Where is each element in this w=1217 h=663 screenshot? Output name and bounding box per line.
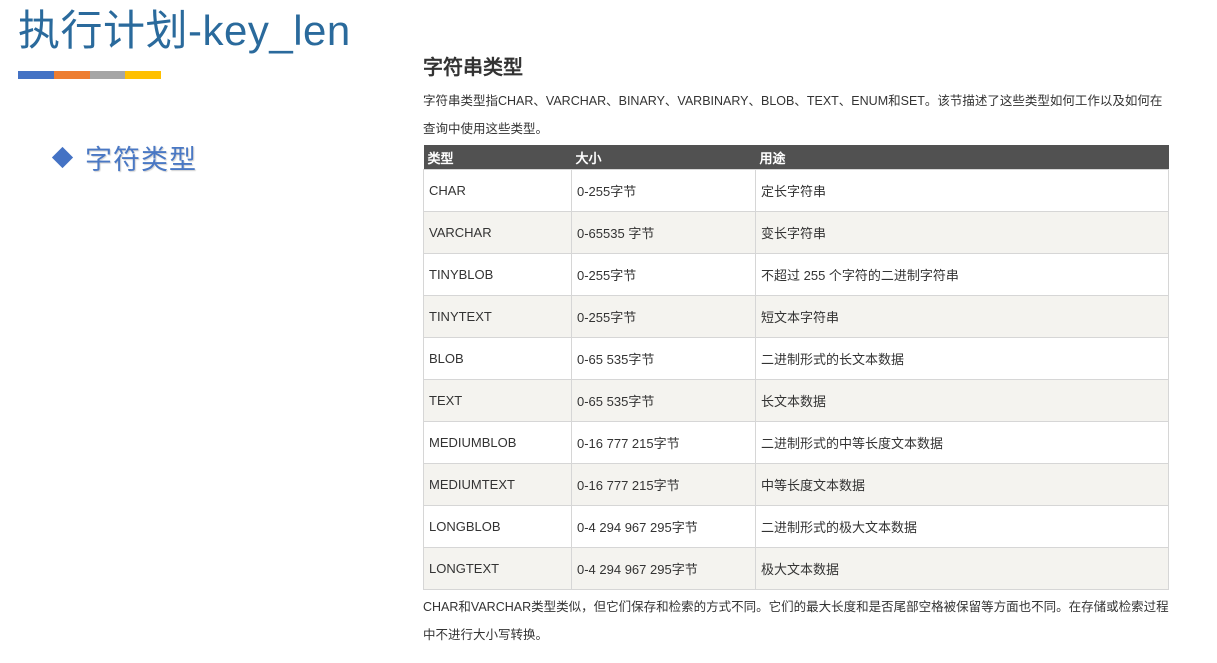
cell-usage: 定长字符串: [755, 169, 1169, 212]
cell-type: MEDIUMBLOB: [423, 421, 572, 464]
cell-usage: 极大文本数据: [755, 547, 1169, 590]
header-size: 大小: [571, 145, 756, 170]
cell-type: TINYTEXT: [423, 295, 572, 338]
cell-usage: 不超过 255 个字符的二进制字符串: [755, 253, 1169, 296]
cell-size: 0-65 535字节: [571, 379, 756, 422]
cell-size: 0-16 777 215字节: [571, 421, 756, 464]
cell-type: LONGTEXT: [423, 547, 572, 590]
table-row: CHAR 0-255字节 定长字符串: [423, 169, 1169, 212]
header-type: 类型: [423, 145, 572, 170]
cell-type: CHAR: [423, 169, 572, 212]
cell-size: 0-255字节: [571, 295, 756, 338]
cell-usage: 短文本字符串: [755, 295, 1169, 338]
cell-usage: 变长字符串: [755, 211, 1169, 254]
footer-description: CHAR和VARCHAR类型类似，但它们保存和检索的方式不同。它们的最大长度和是…: [423, 600, 1169, 642]
cell-usage: 中等长度文本数据: [755, 463, 1169, 506]
cell-size: 0-4 294 967 295字节: [571, 547, 756, 590]
header-usage: 用途: [755, 145, 1169, 170]
accent-segment-blue: [18, 71, 54, 79]
table-row: LONGBLOB 0-4 294 967 295字节 二进制形式的极大文本数据: [423, 505, 1169, 548]
table-row: MEDIUMTEXT 0-16 777 215字节 中等长度文本数据: [423, 463, 1169, 506]
table-row: BLOB 0-65 535字节 二进制形式的长文本数据: [423, 337, 1169, 380]
accent-segment-gray: [89, 71, 126, 79]
cell-type: VARCHAR: [423, 211, 572, 254]
cell-type: TINYBLOB: [423, 253, 572, 296]
cell-type: LONGBLOB: [423, 505, 572, 548]
cell-usage: 长文本数据: [755, 379, 1169, 422]
table-row: VARCHAR 0-65535 字节 变长字符串: [423, 211, 1169, 254]
cell-size: 0-4 294 967 295字节: [571, 505, 756, 548]
bullet-text: 字符类型: [85, 145, 197, 175]
cell-type: TEXT: [423, 379, 572, 422]
title-accent-bar: [18, 71, 161, 79]
table-row: MEDIUMBLOB 0-16 777 215字节 二进制形式的中等长度文本数据: [423, 421, 1169, 464]
accent-segment-orange: [53, 71, 90, 79]
cell-size: 0-16 777 215字节: [571, 463, 756, 506]
section-description: 字符串类型指CHAR、VARCHAR、BINARY、VARBINARY、BLOB…: [423, 94, 1163, 136]
cell-usage: 二进制形式的极大文本数据: [755, 505, 1169, 548]
cell-type: MEDIUMTEXT: [423, 463, 572, 506]
table-row: TINYTEXT 0-255字节 短文本字符串: [423, 295, 1169, 338]
cell-size: 0-255字节: [571, 253, 756, 296]
table-row: LONGTEXT 0-4 294 967 295字节 极大文本数据: [423, 547, 1169, 590]
cell-size: 0-255字节: [571, 169, 756, 212]
content-panel: 字符串类型 字符串类型指CHAR、VARCHAR、BINARY、VARBINAR…: [423, 52, 1169, 649]
table-row: TINYBLOB 0-255字节 不超过 255 个字符的二进制字符串: [423, 253, 1169, 296]
section-heading: 字符串类型: [423, 57, 523, 79]
slide-title: 执行计划-key_len: [18, 7, 351, 54]
cell-size: 0-65535 字节: [571, 211, 756, 254]
bullet-point: 字符类型: [51, 138, 197, 177]
accent-segment-yellow: [125, 71, 161, 79]
table-row: TEXT 0-65 535字节 长文本数据: [423, 379, 1169, 422]
string-types-table: 类型 大小 用途 CHAR 0-255字节 定长字符串 VARCHAR 0-65535 …: [423, 145, 1169, 590]
cell-usage: 二进制形式的中等长度文本数据: [755, 421, 1169, 464]
table-header-row: 类型 大小 用途: [423, 145, 1169, 170]
diamond-bullet-icon: [51, 146, 74, 169]
cell-type: BLOB: [423, 337, 572, 380]
cell-size: 0-65 535字节: [571, 337, 756, 380]
cell-usage: 二进制形式的长文本数据: [755, 337, 1169, 380]
